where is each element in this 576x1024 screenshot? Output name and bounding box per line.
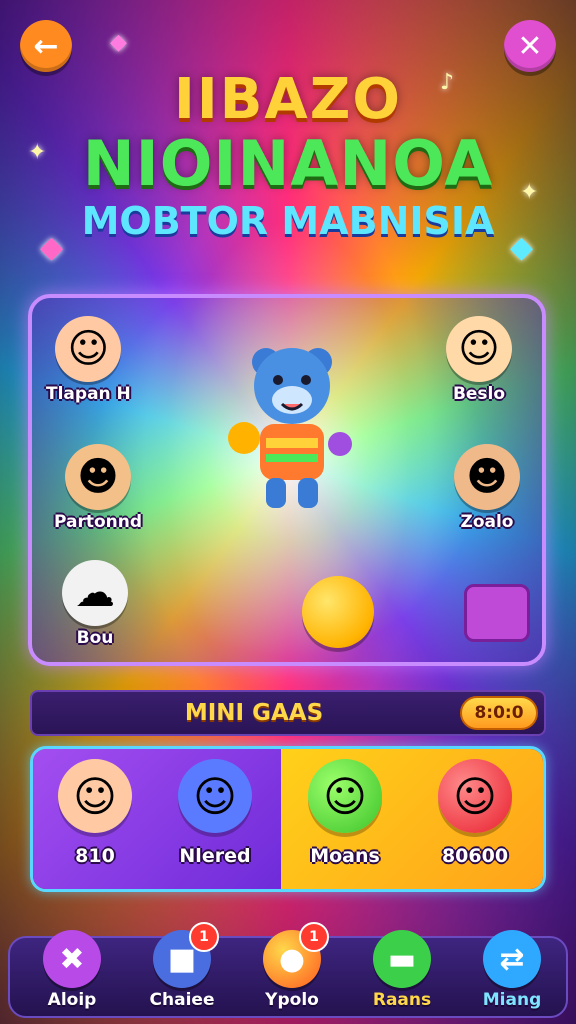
close-x-icon: ✕ [517, 28, 543, 64]
mini-games-header: MINI GAAS 8:0:0 [30, 690, 546, 736]
mini-game-card[interactable]: ☺ Nlered [153, 759, 277, 867]
girl-avatar-icon: ☺ [446, 316, 512, 382]
character-label: Bou [76, 628, 114, 648]
character-label: Beslo [452, 384, 506, 404]
notification-badge: 1 [189, 922, 219, 952]
mini-game-label: 810 [75, 845, 115, 867]
game-title: IIBAZO NIOINANOA MOBTOR MABNISIA [0, 70, 576, 244]
mini-game-label: Nlered [179, 845, 251, 867]
notification-badge: 1 [299, 922, 329, 952]
red-blob-game-icon: ☺ [438, 759, 512, 833]
nav-label: Aloip [47, 990, 97, 1010]
smiley-face-icon [302, 576, 374, 648]
girl-avatar-icon: ☺ [55, 316, 122, 382]
mini-game-card[interactable]: ☺ 810 [33, 759, 157, 867]
character-label: Partonnd [54, 512, 143, 532]
share-icon: ⇄ [483, 930, 541, 988]
title-line-2: NIOINANOA [82, 127, 494, 200]
character-card[interactable]: ☻ Partonnd [54, 444, 142, 532]
mini-games-count-badge: 8:0:0 [460, 696, 538, 730]
mini-games-row: ☺ 810 ☺ Nlered ☺ Moans ☺ 80600 [30, 746, 546, 892]
character-card[interactable]: ☺ Beslo [446, 316, 512, 404]
girl-game-icon: ☺ [58, 759, 132, 833]
boy-avatar-icon: ☻ [454, 444, 520, 510]
mini-game-card[interactable]: ☺ 80600 [413, 759, 537, 867]
bottom-navigation-bar: ✖ Aloip ■ 1 Chaiee ● 1 Ypolo ▬ Raans ⇄ M… [8, 922, 568, 1018]
ghost-avatar-icon: ☁ [62, 560, 128, 626]
character-label: Tlapan H [46, 384, 131, 404]
back-arrow-icon: ← [33, 28, 59, 64]
x-icon: ✖ [43, 930, 101, 988]
back-button[interactable]: ← [20, 20, 72, 72]
cap-girl-game-icon: ☺ [178, 759, 252, 833]
mini-game-label: 80600 [441, 845, 509, 867]
nav-label: Miang [482, 990, 542, 1010]
nav-label: Chaiee [149, 990, 215, 1010]
character-label: Zoalo [460, 512, 514, 532]
nav-item[interactable]: ■ 1 Chaiee [130, 922, 234, 1010]
character-card[interactable]: ☁ Bou [62, 560, 128, 648]
nav-item[interactable]: ● 1 Ypolo [240, 922, 344, 1010]
nav-label: Ypolo [265, 990, 319, 1010]
bear-mascot-icon [228, 348, 352, 508]
chat-icon: ▬ [373, 930, 431, 988]
ball-icon: ● 1 [263, 922, 329, 988]
boy-avatar-icon: ☻ [65, 444, 132, 510]
title-line-1: IIBAZO [174, 67, 402, 132]
mini-game-label: Moans [310, 845, 380, 867]
character-select-panel: ☺ Tlapan H ☺ Beslo ☻ Partonnd ☻ Zoalo ☁ … [28, 294, 546, 666]
mini-game-card[interactable]: ☺ Moans [283, 759, 407, 867]
close-button[interactable]: ✕ [504, 20, 556, 72]
character-card[interactable]: ☺ Tlapan H [46, 316, 131, 404]
title-subtitle: MOBTOR MABNISIA [81, 199, 495, 243]
nav-item[interactable]: ⇄ Miang [460, 930, 564, 1010]
nav-item[interactable]: ▬ Raans [350, 930, 454, 1010]
gem-icon: ◆ [110, 30, 127, 55]
mini-games-title: MINI GAAS [184, 700, 324, 726]
nav-item[interactable]: ✖ Aloip [20, 930, 124, 1010]
nav-label: Raans [372, 990, 432, 1010]
backpack-icon [464, 584, 530, 642]
character-card[interactable]: ☻ Zoalo [454, 444, 520, 532]
green-blob-game-icon: ☺ [308, 759, 382, 833]
card-icon: ■ 1 [153, 922, 219, 988]
